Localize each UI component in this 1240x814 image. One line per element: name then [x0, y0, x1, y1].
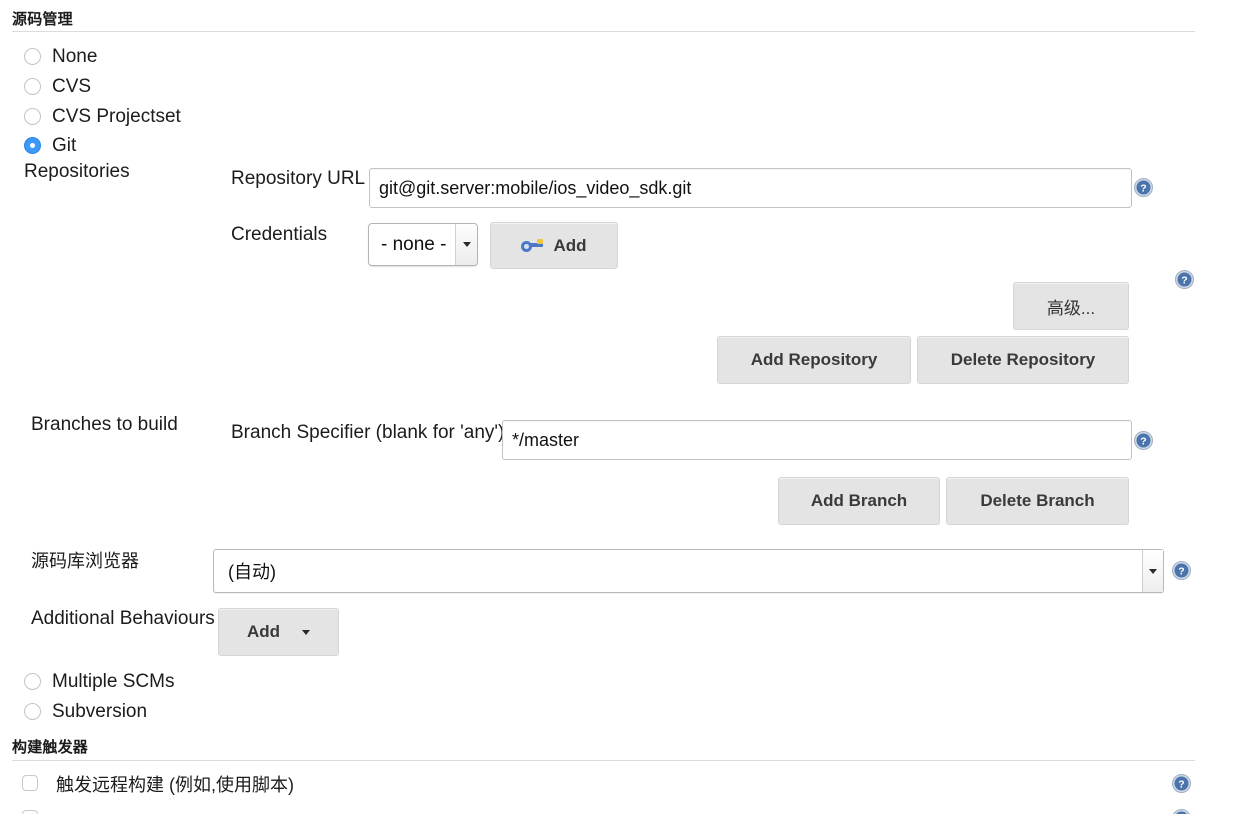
scm-option-cvs-label: CVS: [52, 76, 92, 97]
chevron-down-icon-repo-browser[interactable]: [1142, 550, 1163, 592]
delete-repository-label: Delete Repository: [950, 350, 1096, 369]
section-divider-scm: [12, 31, 1195, 32]
scm-option-multiple-scms-label: Multiple SCMs: [52, 671, 175, 692]
additional-behaviours-add-button[interactable]: Add: [218, 608, 339, 656]
delete-repository-button[interactable]: Delete Repository: [917, 336, 1129, 384]
repo-browser-label: 源码库浏览器: [31, 551, 139, 571]
add-credentials-label: Add: [553, 235, 587, 255]
scm-option-cvs[interactable]: CVS: [24, 77, 91, 96]
help-icon-branch-specifier[interactable]: ?: [1134, 431, 1153, 450]
remote-build-trigger-label: 触发远程构建 (例如,使用脚本): [56, 775, 294, 795]
git-repositories-label: Repositories: [24, 161, 130, 182]
scm-option-multiple-scms[interactable]: Multiple SCMs: [24, 672, 174, 691]
svg-text:?: ?: [1178, 779, 1184, 791]
radio-subversion[interactable]: [24, 703, 41, 720]
additional-behaviours-label: Additional Behaviours: [31, 608, 215, 629]
credentials-label: Credentials: [231, 224, 328, 245]
add-repository-label: Add Repository: [750, 350, 878, 369]
add-repository-button[interactable]: Add Repository: [717, 336, 911, 384]
additional-behaviours-add-label: Add: [246, 622, 281, 641]
repository-url-input[interactable]: [369, 168, 1132, 208]
radio-git[interactable]: [24, 137, 41, 154]
credentials-select[interactable]: - none -: [368, 223, 478, 266]
svg-text:?: ?: [1140, 183, 1146, 195]
radio-multiple-scms[interactable]: [24, 673, 41, 690]
checkbox-remote-build-trigger[interactable]: [22, 775, 38, 791]
delete-branch-label: Delete Branch: [980, 491, 1095, 510]
help-icon-repo-browser[interactable]: ?: [1172, 561, 1191, 580]
advanced-button-label: 高级...: [1046, 298, 1096, 318]
svg-text:?: ?: [1140, 436, 1146, 448]
credentials-select-value: - none -: [381, 233, 447, 255]
advanced-button[interactable]: 高级...: [1013, 282, 1129, 330]
help-icon-git-advanced[interactable]: ?: [1175, 270, 1194, 289]
key-icon: [521, 238, 544, 253]
help-icon-next-trigger[interactable]: ?: [1172, 809, 1191, 814]
add-credentials-button[interactable]: Add: [490, 222, 618, 269]
repo-browser-select[interactable]: (自动): [213, 549, 1164, 593]
help-icon-remote-build-trigger[interactable]: ?: [1172, 774, 1191, 793]
caret-glyph: [462, 242, 471, 247]
checkbox-next-trigger[interactable]: [22, 810, 38, 814]
scm-option-none-label: None: [52, 46, 98, 67]
radio-none[interactable]: [24, 48, 41, 65]
caret-glyph: [1149, 568, 1157, 574]
scm-option-git-label: Git: [52, 135, 77, 156]
scm-option-subversion[interactable]: Subversion: [24, 702, 147, 721]
chevron-down-icon-credentials[interactable]: [455, 224, 477, 265]
add-branch-label: Add Branch: [810, 491, 908, 510]
scm-option-cvs-projectset-label: CVS Projectset: [52, 106, 181, 127]
add-branch-button[interactable]: Add Branch: [778, 477, 940, 525]
scm-option-subversion-label: Subversion: [52, 701, 148, 722]
delete-branch-button[interactable]: Delete Branch: [946, 477, 1129, 525]
chevron-down-icon-additional-behaviours: [302, 629, 311, 635]
branch-specifier-label: Branch Specifier (blank for 'any'): [231, 422, 505, 443]
section-title-scm: 源码管理: [12, 11, 73, 28]
radio-cvs[interactable]: [24, 78, 41, 95]
repository-url-label: Repository URL: [231, 168, 366, 189]
svg-text:?: ?: [1178, 566, 1184, 578]
svg-text:?: ?: [1181, 275, 1187, 287]
section-divider-triggers: [12, 760, 1195, 761]
scm-option-cvs-projectset[interactable]: CVS Projectset: [24, 107, 181, 126]
help-icon-repository-url[interactable]: ?: [1134, 178, 1153, 197]
radio-cvs-projectset[interactable]: [24, 108, 41, 125]
scm-option-git[interactable]: Git: [24, 136, 76, 155]
repo-browser-select-value: (自动): [228, 562, 276, 582]
next-trigger-row-clipped: ?: [0, 806, 1240, 814]
scm-option-none[interactable]: None: [24, 47, 97, 66]
section-title-triggers: 构建触发器: [12, 739, 89, 756]
branches-to-build-label: Branches to build: [31, 414, 178, 435]
branch-specifier-input[interactable]: [502, 420, 1132, 460]
